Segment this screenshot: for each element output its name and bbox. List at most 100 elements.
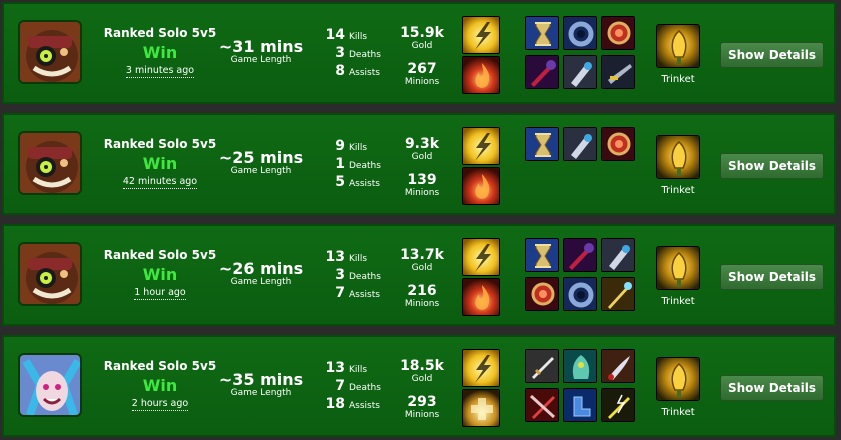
time-ago-text[interactable]: 1 hour ago xyxy=(134,287,186,300)
flash-icon[interactable] xyxy=(462,16,500,54)
show-details-button[interactable]: Show Details xyxy=(720,264,824,290)
assists-value: 18 xyxy=(325,396,345,412)
kills-label: Kills xyxy=(349,365,368,375)
deaths-label: Deaths xyxy=(349,383,381,393)
ignite-icon[interactable] xyxy=(462,167,500,205)
match-row: Ranked Solo 5v5 Win 3 minutes ago ~31 mins G… xyxy=(2,2,836,104)
lich-bane-icon[interactable] xyxy=(563,55,597,89)
kda-stats: 13 Kills 7 Deaths 18 Assists xyxy=(310,360,382,414)
warding-totem-icon[interactable] xyxy=(656,246,700,290)
statikk-shiv-icon[interactable] xyxy=(601,388,635,422)
ziggs-portrait[interactable] xyxy=(18,20,82,84)
gold-stat: 9.3k Gold xyxy=(392,136,452,163)
game-length-value: ~35 mins xyxy=(218,370,304,389)
game-length-value: ~31 mins xyxy=(218,37,304,56)
warding-totem-icon[interactable] xyxy=(656,357,700,401)
time-ago: 42 minutes ago xyxy=(100,176,220,189)
game-length-label: Game Length xyxy=(230,166,292,176)
queue-type: Ranked Solo 5v5 xyxy=(103,26,217,40)
minions-stat: 216 Minions xyxy=(392,283,452,310)
assists-value: 5 xyxy=(335,174,345,190)
show-details-button[interactable]: Show Details xyxy=(720,42,824,68)
rylais-scepter-icon[interactable] xyxy=(601,277,635,311)
jinx-portrait[interactable] xyxy=(18,353,82,417)
warding-totem-icon[interactable] xyxy=(656,24,700,68)
gold-label: Gold xyxy=(411,41,433,51)
gold-stat: 13.7k Gold xyxy=(392,247,452,274)
time-ago: 3 minutes ago xyxy=(100,65,220,78)
kda-stats: 13 Kills 3 Deaths 7 Assists xyxy=(310,249,382,303)
assists-stat: 5 Assists xyxy=(310,174,382,192)
infinity-edge-icon[interactable] xyxy=(525,349,559,383)
match-result: Win xyxy=(142,154,178,173)
sorcerers-shoes-icon[interactable] xyxy=(563,277,597,311)
void-staff-icon[interactable] xyxy=(563,238,597,272)
game-length-value: ~26 mins xyxy=(218,259,304,278)
ludens-echo-icon[interactable] xyxy=(525,277,559,311)
kills-stat: 9 Kills xyxy=(310,138,382,156)
ludens-echo-icon[interactable] xyxy=(601,127,635,161)
warding-totem-icon[interactable] xyxy=(656,135,700,179)
deaths-stat: 1 Deaths xyxy=(310,156,382,174)
show-details-button[interactable]: Show Details xyxy=(720,375,824,401)
time-ago: 1 hour ago xyxy=(100,287,220,300)
ignite-icon[interactable] xyxy=(462,278,500,316)
hextech-gunblade-icon[interactable] xyxy=(601,55,635,89)
show-details-button[interactable]: Show Details xyxy=(720,153,824,179)
heal-icon[interactable] xyxy=(462,389,500,427)
deaths-value: 1 xyxy=(335,156,345,172)
assists-stat: 8 Assists xyxy=(310,63,382,81)
minions-value: 216 xyxy=(407,283,437,299)
void-staff-icon[interactable] xyxy=(525,55,559,89)
flash-icon[interactable] xyxy=(462,127,500,165)
deaths-stat: 3 Deaths xyxy=(310,267,382,285)
kda-stats: 9 Kills 1 Deaths 5 Assists xyxy=(310,138,382,192)
trinket-label: Trinket xyxy=(661,407,695,418)
ziggs-portrait[interactable] xyxy=(18,131,82,195)
deaths-label: Deaths xyxy=(349,272,381,282)
assists-label: Assists xyxy=(349,179,380,189)
ludens-echo-icon[interactable] xyxy=(601,16,635,50)
zhonyas-hourglass-icon[interactable] xyxy=(525,127,559,161)
minions-label: Minions xyxy=(404,77,440,87)
match-result: Win xyxy=(142,265,178,284)
flash-icon[interactable] xyxy=(462,349,500,387)
lich-bane-icon[interactable] xyxy=(563,127,597,161)
banshees-veil-icon[interactable] xyxy=(563,349,597,383)
assists-stat: 18 Assists xyxy=(310,396,382,414)
kda-stats: 14 Kills 3 Deaths 8 Assists xyxy=(310,27,382,81)
minions-value: 139 xyxy=(407,172,437,188)
bloodthirster-icon[interactable] xyxy=(525,388,559,422)
trinket-label: Trinket xyxy=(661,296,695,307)
assists-value: 7 xyxy=(335,285,345,301)
kills-value: 14 xyxy=(325,27,345,43)
game-length: ~35 mins Game Length xyxy=(218,371,304,398)
assists-label: Assists xyxy=(349,68,380,78)
assists-label: Assists xyxy=(349,290,380,300)
trinket-label: Trinket xyxy=(661,185,695,196)
gold-label: Gold xyxy=(411,152,433,162)
ziggs-portrait[interactable] xyxy=(18,242,82,306)
gold-label: Gold xyxy=(411,374,433,384)
game-length: ~26 mins Game Length xyxy=(218,260,304,287)
zhonyas-hourglass-icon[interactable] xyxy=(525,238,559,272)
time-ago-text[interactable]: 2 hours ago xyxy=(131,398,189,411)
sorcerers-shoes-icon[interactable] xyxy=(563,16,597,50)
minions-value: 267 xyxy=(407,61,437,77)
mercurial-scimitar-icon[interactable] xyxy=(601,349,635,383)
lich-bane-icon[interactable] xyxy=(601,238,635,272)
game-length-value: ~25 mins xyxy=(218,148,304,167)
match-result: Win xyxy=(142,43,178,62)
gold-value: 9.3k xyxy=(404,136,440,152)
deaths-stat: 3 Deaths xyxy=(310,45,382,63)
kills-stat: 13 Kills xyxy=(310,360,382,378)
queue-type: Ranked Solo 5v5 xyxy=(103,248,217,262)
match-row: Ranked Solo 5v5 Win 2 hours ago ~35 mins Gam… xyxy=(2,335,836,437)
time-ago-text[interactable]: 3 minutes ago xyxy=(125,65,195,78)
berserkers-greaves-icon[interactable] xyxy=(563,388,597,422)
zhonyas-hourglass-icon[interactable] xyxy=(525,16,559,50)
gold-value: 13.7k xyxy=(400,247,444,263)
ignite-icon[interactable] xyxy=(462,56,500,94)
time-ago-text[interactable]: 42 minutes ago xyxy=(122,176,198,189)
flash-icon[interactable] xyxy=(462,238,500,276)
